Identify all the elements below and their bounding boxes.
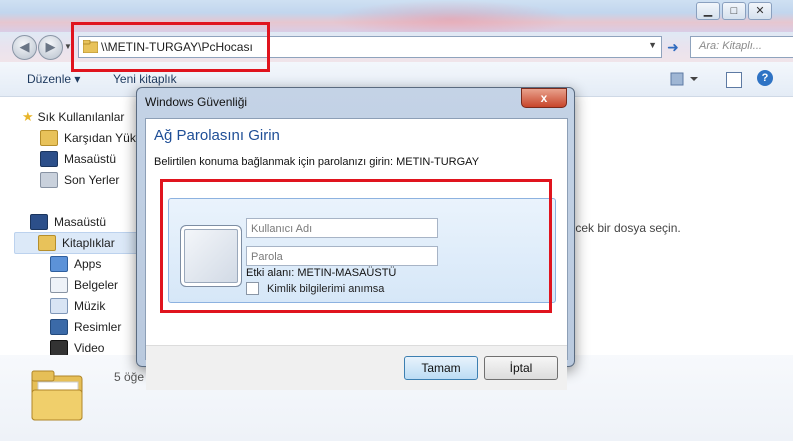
minimize-button[interactable]: ▁ [696,2,720,20]
new-library-button[interactable]: Yeni kitaplık [113,72,177,86]
dialog-button-row: Tamam İptal [146,345,567,390]
forward-arrow-icon: ▶ [45,39,56,54]
nav-item-documents[interactable]: Belgeler [50,274,118,295]
search-input[interactable]: Ara: Kitaplı... [690,36,793,58]
nav-item-apps[interactable]: Apps [50,253,101,274]
preview-pane-icon[interactable] [726,72,742,88]
libraries-icon [38,234,56,251]
view-options-icon[interactable] [668,70,698,88]
close-icon: x [540,91,548,105]
close-window-button[interactable]: ✕ [748,2,772,20]
nav-item-libraries[interactable]: Kitaplıklar [38,232,115,253]
libraries-folder-icon [31,370,83,421]
video-icon [50,339,68,356]
dialog-close-button[interactable]: x [521,88,567,108]
dialog-title: Windows Güvenliği [145,95,248,109]
nav-item-desktop-fav[interactable]: Masaüstü [40,148,116,169]
address-highlight-box [71,22,270,72]
dialog-description: Belirtilen konuma bağlanmak için parolan… [154,156,480,168]
go-arrow-icon[interactable]: ➜ [662,36,684,58]
nav-item-music[interactable]: Müzik [50,295,105,316]
nav-item-pictures[interactable]: Resimler [50,316,121,337]
desktop-icon [30,213,48,230]
nav-desktop-header[interactable]: Masaüstü [30,211,106,232]
organize-button[interactable]: Düzenle ▾ [27,72,80,86]
back-button[interactable]: ◀ [12,35,37,60]
maximize-button[interactable]: □ [722,2,746,20]
nav-item-downloads[interactable]: Karşıdan Yükle [40,127,145,148]
item-count: 5 öğe [114,370,145,384]
music-icon [50,297,68,314]
downloads-folder-icon [40,129,58,146]
nav-item-recent-places[interactable]: Son Yerler [40,169,119,190]
empty-pane-text: ıcek bir dosya seçin. [572,221,681,235]
search-placeholder: Ara: Kitaplı... [699,40,762,52]
back-arrow-icon: ◀ [19,39,30,54]
desktop-icon [40,150,58,167]
star-icon: ★ [22,108,34,124]
credentials-highlight-box [160,179,552,313]
ok-button[interactable]: Tamam [404,356,478,380]
recent-places-icon [40,171,58,188]
dialog-heading: Ağ Parolasını Girin [154,127,280,144]
chevron-down-icon[interactable]: ▼ [648,40,657,50]
pictures-icon [50,318,68,335]
apps-icon [50,255,68,272]
forward-button[interactable]: ▶ [38,35,63,60]
cancel-button[interactable]: İptal [484,356,558,380]
documents-icon [50,276,68,293]
nav-favorites-header[interactable]: ★ Sık Kullanılanlar [22,106,124,127]
help-icon[interactable]: ? [757,70,773,86]
